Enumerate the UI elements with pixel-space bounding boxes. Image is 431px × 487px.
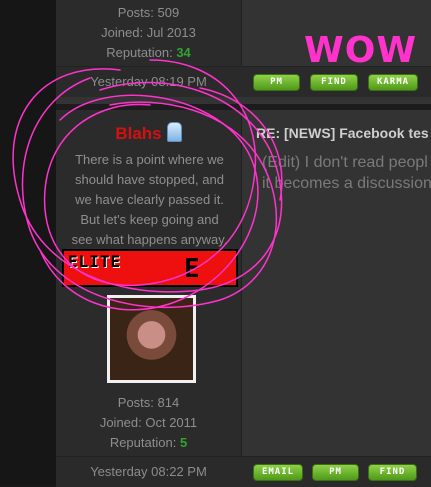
reputation: Reputation: 34 <box>56 45 241 60</box>
pm-button[interactable]: PM <box>312 464 359 481</box>
forum-post: Blahs There is a point where we should h… <box>56 110 431 487</box>
post-timestamp: Yesterday 08:19 PM <box>90 74 207 89</box>
rank-letter: E <box>184 254 200 284</box>
rank-text: ELITE <box>68 252 122 271</box>
post-body-line: (Edit) I don't read peopl <box>262 154 428 171</box>
signature-line: There is a point where we <box>75 152 224 167</box>
find-button[interactable]: FIND <box>310 74 358 91</box>
user-group-icon <box>166 122 182 142</box>
wow-annotation: WOW <box>304 30 418 71</box>
rank-banner: ELITE E <box>62 249 238 287</box>
column-divider <box>241 0 242 66</box>
post-count: Posts: 814 <box>117 395 180 410</box>
previous-post-userinfo: Posts: 509 Joined: Jul 2013 Reputation: … <box>56 0 241 66</box>
signature-line: But let's keep going and <box>80 212 219 227</box>
username-link[interactable]: Blahs <box>115 124 161 143</box>
signature-line: we have clearly passed it. <box>75 192 224 207</box>
post-footer: Yesterday 08:22 PM EMAIL PM FIND <box>56 456 431 487</box>
karma-button[interactable]: KARMA <box>368 74 418 91</box>
pm-button[interactable]: PM <box>253 74 300 91</box>
username: Blahs <box>56 122 241 144</box>
signature-line: see what happens anyway. <box>71 232 228 247</box>
user-signature: There is a point where we should have st… <box>62 150 237 250</box>
left-gutter <box>0 0 56 486</box>
reputation-label: Reputation: <box>109 435 177 450</box>
avatar[interactable] <box>107 295 196 383</box>
signature-line: should have stopped, and <box>75 172 224 187</box>
reputation: Reputation: 5 <box>56 435 241 450</box>
post-title-link[interactable]: RE: [NEWS] Facebook tes <box>256 125 429 141</box>
avatar-image <box>110 298 193 380</box>
post-userinfo: Blahs There is a point where we should h… <box>56 110 241 456</box>
find-button[interactable]: FIND <box>368 464 417 481</box>
reputation-label: Reputation: <box>106 45 173 60</box>
post-body-line: it becomes a discussion <box>262 175 431 192</box>
post-timestamp: Yesterday 08:22 PM <box>90 464 207 479</box>
column-divider <box>241 110 242 456</box>
reputation-value-link[interactable]: 5 <box>180 435 187 450</box>
join-date: Joined: Jul 2013 <box>101 25 196 40</box>
post-body: (Edit) I don't read peopl it becomes a d… <box>262 152 431 194</box>
join-date: Joined: Oct 2011 <box>99 415 198 430</box>
reputation-value-link[interactable]: 34 <box>176 45 190 60</box>
email-button[interactable]: EMAIL <box>253 464 303 481</box>
post-count: Posts: 509 <box>117 5 180 20</box>
